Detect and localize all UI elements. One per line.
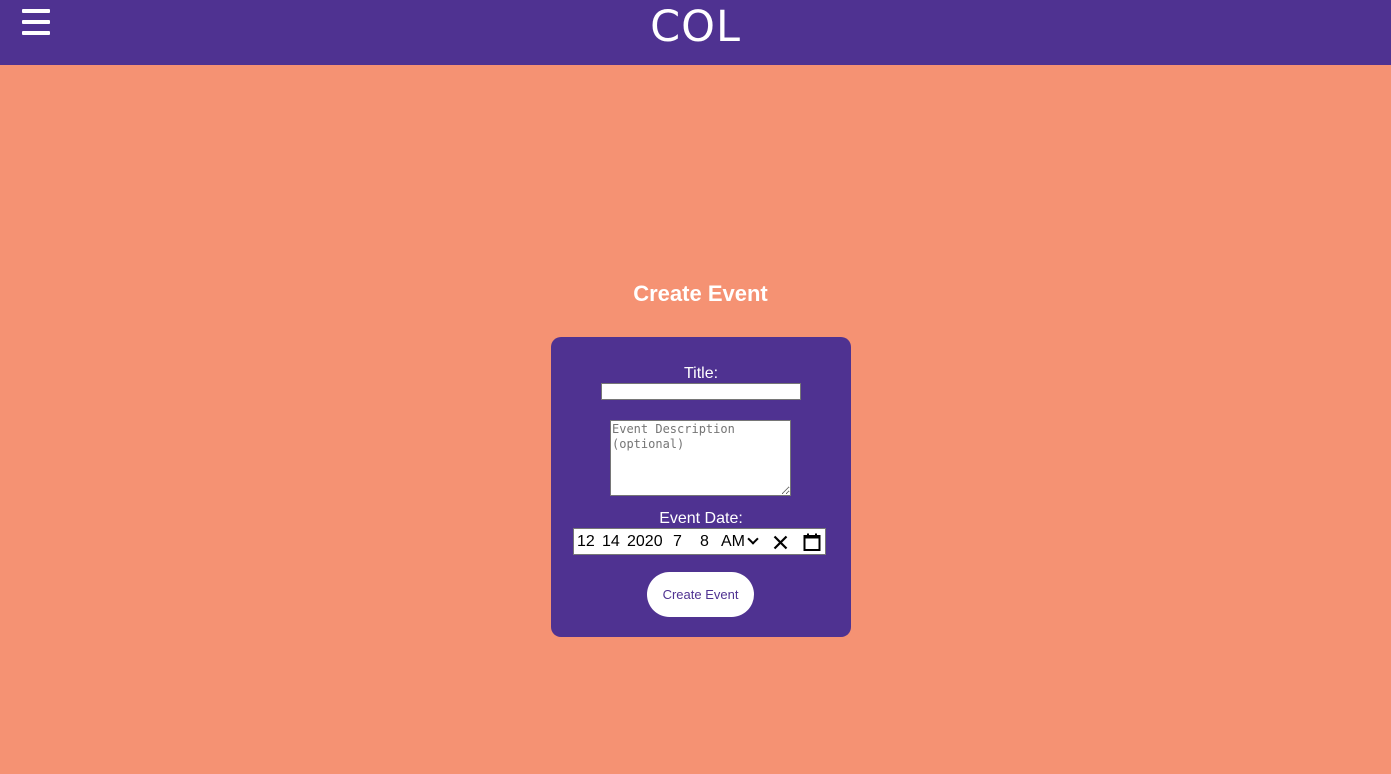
page-title: Create Event [633, 281, 768, 306]
create-event-button[interactable]: Create Event [647, 572, 754, 617]
date-day-segment[interactable]: 14 [602, 533, 620, 551]
time-hour-segment[interactable]: 7 [673, 533, 682, 551]
create-event-form: Title: Event Date: 12 14 2020 7 8 AM Cre… [551, 337, 851, 637]
time-minute-segment[interactable]: 8 [700, 533, 709, 551]
event-description-input[interactable] [610, 420, 791, 496]
app-logo: COL [650, 2, 741, 52]
event-date-label: Event Date: [659, 510, 743, 527]
event-date-input[interactable]: 12 14 2020 7 8 AM [573, 528, 826, 555]
date-year-segment[interactable]: 2020 [627, 533, 663, 551]
top-navigation-bar: COL [0, 0, 1391, 65]
title-label: Title: [683, 365, 719, 382]
clear-x-icon[interactable] [772, 534, 789, 551]
date-month-segment[interactable]: 12 [577, 533, 595, 551]
chevron-down-icon [747, 533, 759, 545]
time-ampm-select[interactable]: AM [721, 533, 745, 551]
calendar-icon[interactable] [803, 533, 821, 551]
title-input[interactable] [601, 383, 801, 400]
